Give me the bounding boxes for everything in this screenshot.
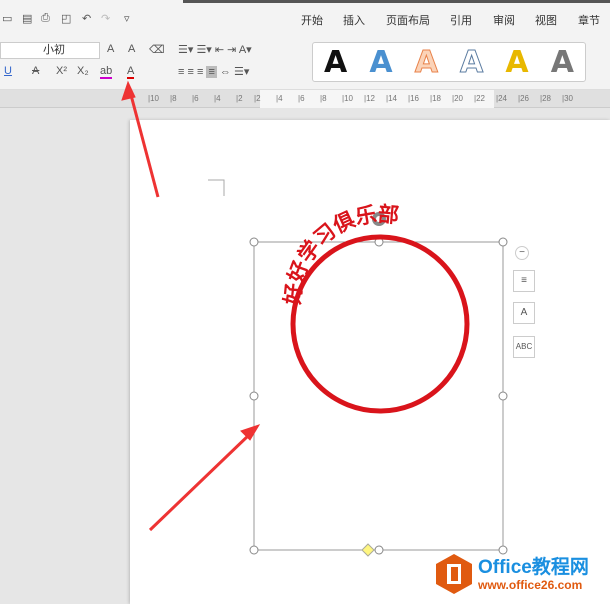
office-logo-icon xyxy=(436,554,472,594)
margin-mark xyxy=(208,179,225,196)
annotation-arrows xyxy=(121,80,261,532)
text-fill-button[interactable]: ABC xyxy=(513,336,535,358)
stamp-circle xyxy=(290,234,470,414)
office26-logo: Office教程网 www.office26.com xyxy=(434,550,604,598)
adjust-handle[interactable] xyxy=(361,543,375,557)
collapse-button[interactable]: − xyxy=(515,246,529,260)
text-effect-button[interactable]: A xyxy=(513,302,535,324)
logo-url: www.office26.com xyxy=(478,578,583,592)
logo-title: Office教程网 xyxy=(478,557,589,578)
stamp-text: 好好学习俱乐部 xyxy=(280,202,400,307)
wrap-text-button[interactable]: ≡ xyxy=(513,270,535,292)
